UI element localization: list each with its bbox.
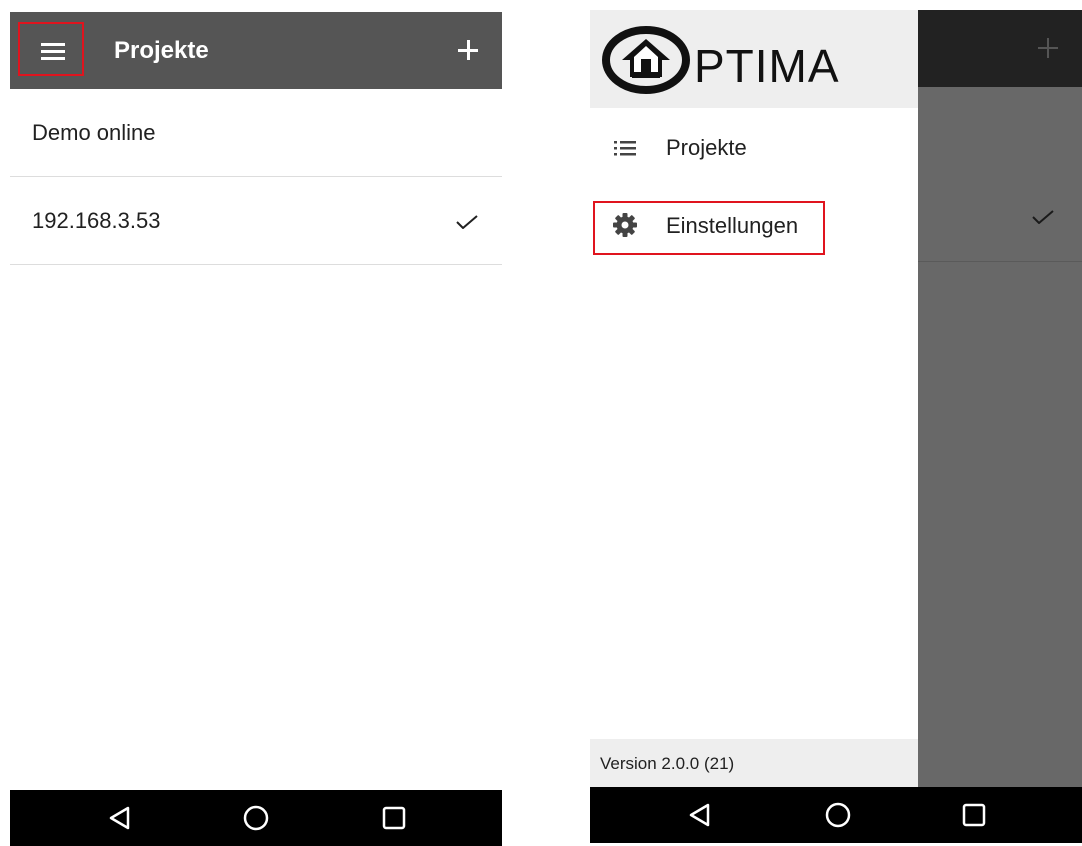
- recents-square-icon: [382, 806, 406, 830]
- projects-screen: Projekte Demo online 192.168.3.53: [10, 0, 502, 846]
- project-name: 192.168.3.53: [32, 208, 161, 233]
- check-icon: [1032, 210, 1054, 224]
- logo-text: PTIMA: [694, 40, 840, 92]
- back-button[interactable]: [686, 801, 714, 829]
- app-toolbar: Projekte: [10, 12, 502, 89]
- version-footer: Version 2.0.0 (21): [590, 739, 918, 787]
- home-circle-icon: [825, 802, 851, 828]
- drawer-item-projekte[interactable]: Projekte: [590, 116, 918, 180]
- highlight-box: [593, 201, 825, 255]
- menu-button[interactable]: [18, 22, 84, 76]
- system-navbar: [590, 787, 1082, 843]
- back-triangle-icon: [689, 803, 710, 827]
- dimmed-list-row: [918, 174, 1082, 262]
- list-icon: [614, 141, 636, 156]
- home-logo-icon: [602, 26, 690, 94]
- drawer-item-label: Projekte: [666, 135, 747, 160]
- home-circle-icon: [243, 805, 269, 831]
- add-project-button[interactable]: [454, 36, 482, 64]
- recents-button[interactable]: [960, 801, 988, 829]
- drawer-header: PTIMA: [590, 10, 918, 108]
- version-text: Version 2.0.0 (21): [600, 754, 735, 773]
- project-name: Demo online: [32, 120, 156, 145]
- page-title: Projekte: [114, 37, 209, 64]
- hamburger-icon: [41, 43, 65, 60]
- home-button[interactable]: [824, 801, 852, 829]
- plus-icon: [1036, 36, 1060, 60]
- project-item-local[interactable]: 192.168.3.53: [10, 177, 502, 265]
- back-button[interactable]: [106, 804, 134, 832]
- recents-button[interactable]: [380, 804, 408, 832]
- recents-square-icon: [962, 803, 986, 827]
- project-item-demo[interactable]: Demo online: [10, 89, 502, 177]
- check-icon: [456, 215, 478, 229]
- navigation-drawer: PTIMA Projekte Einstellungen Version 2.0…: [590, 10, 918, 787]
- home-button[interactable]: [242, 804, 270, 832]
- back-triangle-icon: [109, 806, 130, 830]
- system-navbar: [10, 790, 502, 846]
- drawer-screen: PTIMA Projekte Einstellungen Version 2.0…: [590, 0, 1082, 846]
